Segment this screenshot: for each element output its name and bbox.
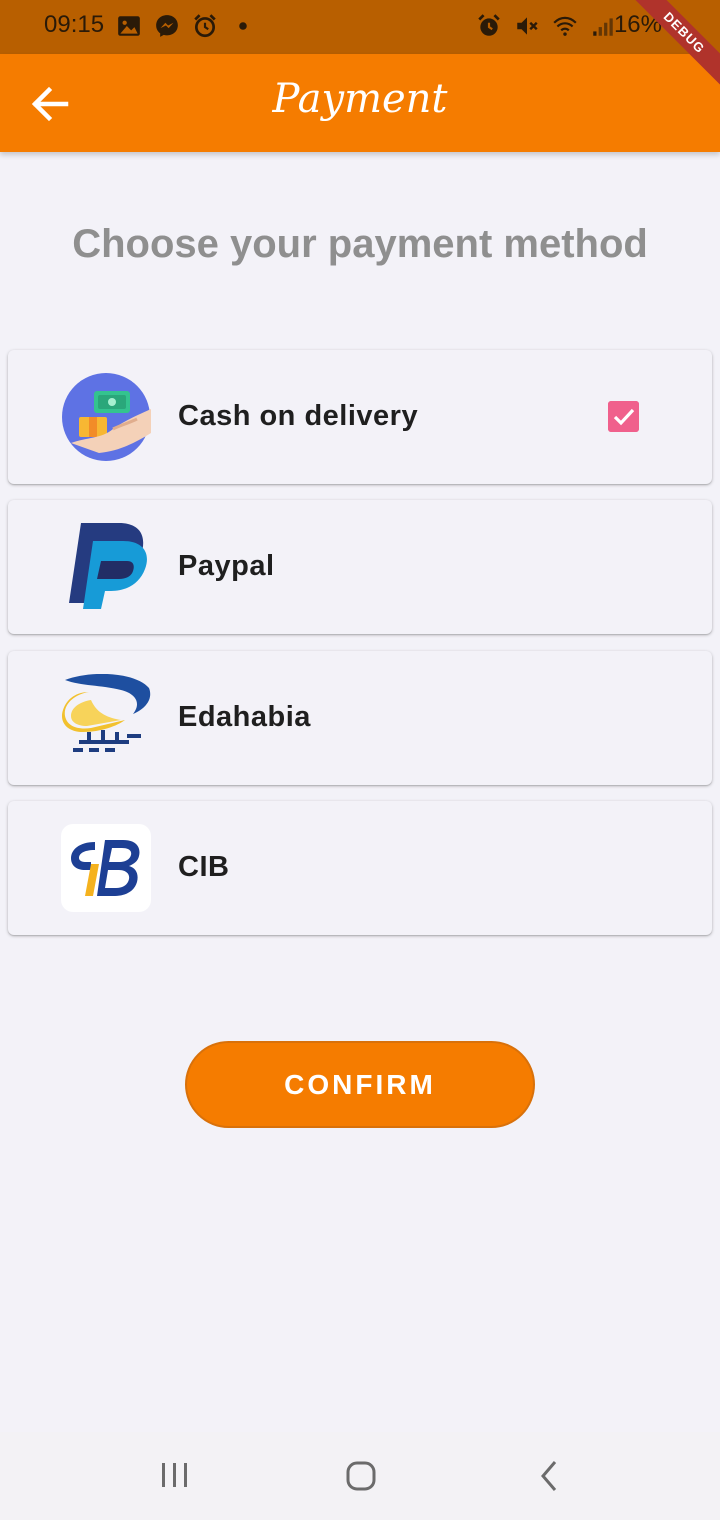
payment-option-label: Cash on delivery bbox=[178, 400, 419, 432]
status-time: 09:15 bbox=[44, 11, 105, 38]
home-icon[interactable] bbox=[339, 1454, 383, 1498]
alarm-icon bbox=[194, 14, 216, 38]
messenger-icon bbox=[156, 15, 178, 37]
checkbox-checked-icon[interactable] bbox=[608, 401, 639, 432]
app-bar: Payment bbox=[0, 54, 720, 152]
signal-icon bbox=[593, 18, 613, 36]
cash-delivery-icon bbox=[62, 373, 151, 461]
nav-back-icon[interactable] bbox=[527, 1454, 571, 1498]
status-left-icons bbox=[116, 13, 256, 39]
confirm-button[interactable]: CONFIRM bbox=[185, 1041, 535, 1128]
status-right-icons bbox=[476, 13, 616, 39]
payment-option-paypal[interactable]: Paypal bbox=[8, 500, 712, 634]
edahabia-icon bbox=[61, 674, 151, 752]
status-bar: 09:15 16% bbox=[0, 0, 720, 54]
mute-icon bbox=[517, 17, 538, 35]
cib-icon bbox=[61, 824, 151, 912]
payment-option-label: Paypal bbox=[178, 550, 275, 582]
payment-option-label: CIB bbox=[178, 851, 230, 883]
dot-icon bbox=[239, 22, 247, 30]
payment-option-edahabia[interactable]: Edahabia bbox=[8, 651, 712, 785]
alarm-icon bbox=[478, 14, 500, 36]
payment-option-cib[interactable]: CIB bbox=[8, 801, 712, 935]
payment-option-cash-on-delivery[interactable]: Cash on delivery bbox=[8, 350, 712, 484]
paypal-icon bbox=[69, 523, 147, 609]
page-title: Payment bbox=[272, 76, 448, 122]
payment-heading: Choose your payment method bbox=[72, 222, 648, 266]
gallery-icon bbox=[118, 16, 140, 36]
payment-option-label: Edahabia bbox=[178, 701, 311, 733]
system-nav-bar bbox=[0, 1432, 720, 1520]
wifi-icon bbox=[553, 16, 577, 36]
recents-icon[interactable] bbox=[153, 1454, 197, 1498]
